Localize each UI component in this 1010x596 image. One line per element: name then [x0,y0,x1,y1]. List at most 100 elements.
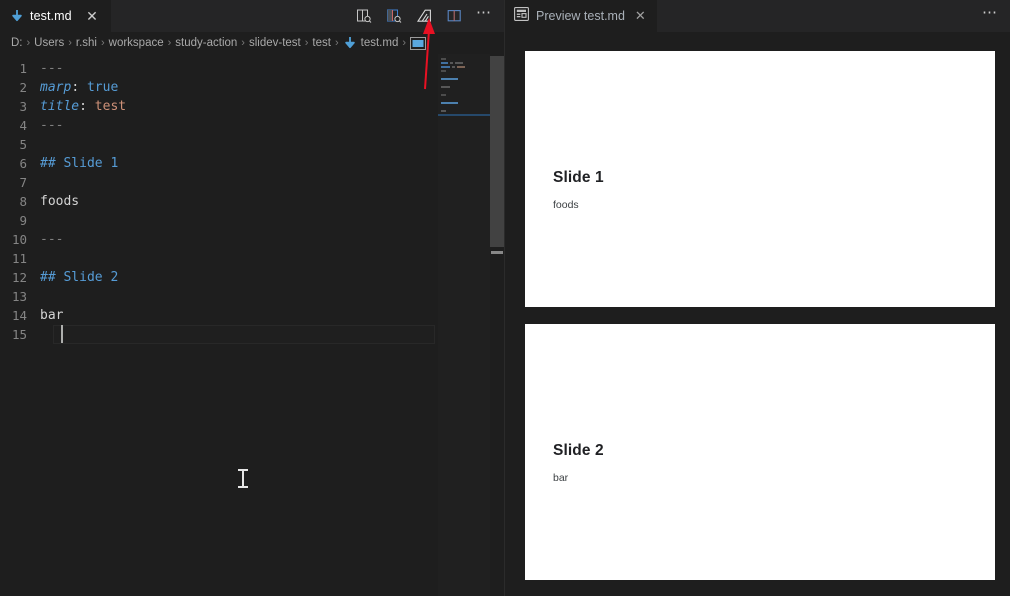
line-content: --- [40,59,63,78]
code-token: foods [40,194,80,209]
code-line[interactable]: 4 --- [0,116,504,135]
code-token: title [40,99,80,114]
line-number: 6 [19,156,27,171]
code-token: marp [40,80,72,95]
slide-heading: Slide 1 [553,169,604,186]
preview-group: Preview test.md ✕ ⋯ Slide 1 foods Slide … [505,0,1010,596]
minimap-slider[interactable] [438,54,490,596]
editor-group: test.md ✕ ⋯ D: › Users › r.shi › workspa… [0,0,505,596]
line-content: --- [40,230,63,249]
preview-layout-icon [514,6,529,26]
code-line[interactable]: 1 --- [0,59,504,78]
more-actions-icon[interactable]: ⋯ [982,5,998,24]
breadcrumb-separator: › [26,37,31,49]
markdown-down-arrow-icon [10,9,24,23]
marp-icon[interactable] [414,6,434,26]
breadcrumb-item-4[interactable]: study-action [175,37,237,49]
code-token: bar [40,308,64,323]
line-number: 2 [19,80,27,95]
open-preview-to-side-icon[interactable] [384,6,404,26]
breadcrumb-separator: › [304,37,309,49]
line-number: 12 [11,270,27,285]
tab-label: test.md [30,9,72,23]
code-line[interactable]: 8 foods [0,192,504,211]
line-content: title: test [40,97,126,116]
line-number: 4 [19,118,27,133]
code-line[interactable]: 6 ## Slide 1 [0,154,504,173]
code-token: --- [40,118,64,133]
tab-test-md[interactable]: test.md ✕ [0,0,112,32]
code-token: ## Slide 1 [40,156,119,171]
code-lines: 1 --- 2 marp: true 3 title: test 4 --- 5 6 ## Slid… [0,59,504,344]
breadcrumb-separator: › [241,37,245,49]
preview-scroll-area[interactable]: Slide 1 foods Slide 2 bar [505,32,1010,596]
breadcrumb-separator: › [167,37,172,49]
slide-preview[interactable]: Slide 2 bar [525,324,995,580]
preview-tab-bar: Preview test.md ✕ ⋯ [505,0,1010,32]
code-line[interactable]: 5 [0,135,504,154]
split-editor-right-icon[interactable] [444,6,464,26]
line-number: 15 [11,327,27,342]
line-number: 5 [19,137,27,152]
line-content: ## Slide 2 [40,268,118,287]
breadcrumb-item-file[interactable]: test.md [361,37,399,49]
code-line[interactable]: 3 title: test [0,97,504,116]
code-line[interactable]: 15 [0,325,504,344]
breadcrumb-item-0[interactable]: D: [11,37,23,49]
code-line[interactable]: 11 [0,249,504,268]
code-token: true [79,80,119,95]
preview-tab-label: Preview test.md [536,9,625,23]
editor-tab-bar: test.md ✕ ⋯ [0,0,504,32]
breadcrumb-item-2[interactable]: r.shi [76,37,97,49]
minimap[interactable] [438,54,490,596]
code-line[interactable]: 9 [0,211,504,230]
abc-symbol-icon[interactable] [410,36,427,50]
code-token: --- [40,61,64,76]
code-line[interactable]: 12 ## Slide 2 [0,268,504,287]
line-number: 14 [11,308,27,323]
line-number: 10 [11,232,27,247]
code-line[interactable]: 2 marp: true [0,78,504,97]
code-token: : [71,80,80,95]
slide-body: foods [553,199,579,211]
more-actions-icon[interactable]: ⋯ [474,5,494,26]
code-line[interactable]: 14 bar [0,306,504,325]
breadcrumb-separator: › [68,37,72,49]
code-line[interactable]: 7 [0,173,504,192]
breadcrumb-item-1[interactable]: Users [34,37,64,49]
breadcrumb-item-3[interactable]: workspace [109,37,164,49]
code-token: --- [40,232,64,247]
breadcrumb-item-5[interactable]: slidev-test [249,37,301,49]
breadcrumb: D: › Users › r.shi › workspace › study-a… [0,32,504,54]
code-line[interactable]: 10 --- [0,230,504,249]
open-preview-icon[interactable] [354,6,374,26]
markdown-down-arrow-icon [343,36,357,50]
scrollbar-thumb[interactable] [490,56,504,247]
slide-heading: Slide 2 [553,442,604,459]
preview-tab-bar-empty-space: ⋯ [657,0,1010,32]
line-content: --- [40,116,63,135]
slide-preview[interactable]: Slide 1 foods [525,51,995,307]
vscode-window: test.md ✕ ⋯ D: › Users › r.shi › workspa… [0,0,1010,596]
breadcrumb-separator: › [100,37,105,49]
breadcrumb-separator: › [402,37,407,49]
close-icon[interactable]: ✕ [635,8,646,24]
slide-content: Slide 2 bar [553,442,604,484]
code-line[interactable]: 13 [0,287,504,306]
breadcrumb-separator: › [334,37,339,49]
line-content: foods [40,192,79,211]
breadcrumb-item-6[interactable]: test [312,37,331,49]
line-content: bar [40,306,63,325]
line-number: 3 [19,99,27,114]
code-editor[interactable]: 1 --- 2 marp: true 3 title: test 4 --- 5 6 ## Slid… [0,54,504,596]
editor-actions: ⋯ [354,0,504,32]
line-content: marp: true [40,78,118,97]
scrollbar-cursor-marker [491,251,503,254]
code-token: : [79,99,87,114]
editor-vertical-scrollbar[interactable] [490,54,504,596]
tab-preview-test-md[interactable]: Preview test.md ✕ [505,0,657,32]
line-number: 8 [19,194,27,209]
code-token: ## Slide 2 [40,270,119,285]
line-number: 9 [19,213,27,228]
close-icon[interactable]: ✕ [83,9,101,23]
